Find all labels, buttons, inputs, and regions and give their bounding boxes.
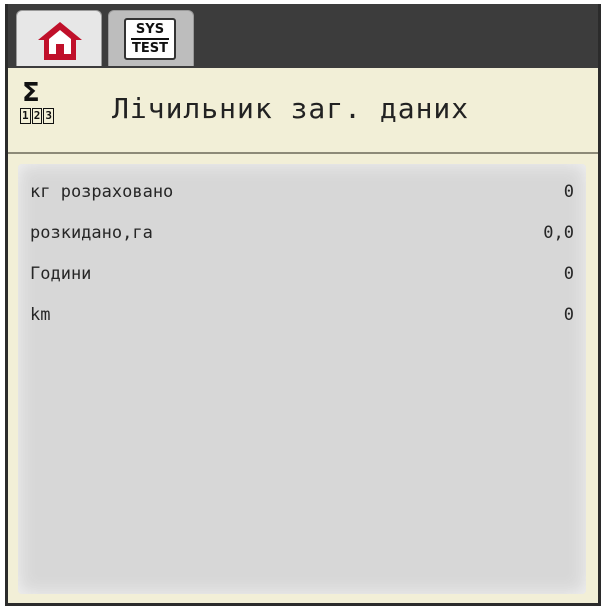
sys-test-icon: SYS TEST	[124, 18, 176, 60]
counter-value: 0	[563, 305, 574, 325]
page-header: Σ 1 2 3 Лічильник заг. даних	[8, 68, 598, 152]
header-divider	[8, 152, 598, 154]
test-label: TEST	[132, 41, 168, 56]
digit-box: 1	[20, 108, 31, 124]
sys-label: SYS	[130, 23, 170, 40]
digit-box: 2	[31, 108, 43, 124]
sigma-symbol: Σ	[22, 78, 40, 108]
counter-label: km	[30, 305, 51, 325]
terminal-screen: SYS TEST Σ 1 2 3 Лічильник заг. даних кг…	[5, 4, 601, 606]
tab-bar: SYS TEST	[8, 4, 598, 68]
counter-label: розкидано,га	[30, 223, 153, 243]
counter-row-kg[interactable]: кг розраховано 0	[18, 178, 586, 208]
digit-box: 3	[43, 108, 55, 124]
sum-counter-icon: Σ 1 2 3	[20, 78, 55, 128]
counter-label: Години	[30, 264, 92, 284]
counter-label: кг розраховано	[30, 182, 174, 202]
counter-row-km[interactable]: km 0	[18, 301, 586, 331]
counter-row-ha[interactable]: розкидано,га 0,0	[18, 219, 586, 249]
home-icon	[38, 22, 82, 60]
counter-value: 0	[563, 182, 574, 202]
tab-home[interactable]	[16, 10, 102, 66]
counter-value: 0,0	[543, 223, 574, 243]
page-title: Лічильник заг. даних	[112, 92, 470, 125]
counter-list: кг розраховано 0 розкидано,га 0,0 Години…	[18, 164, 586, 594]
digit-boxes: 1 2 3	[20, 108, 55, 124]
counter-row-hours[interactable]: Години 0	[18, 260, 586, 290]
counter-value: 0	[563, 264, 574, 284]
tab-sys-test[interactable]: SYS TEST	[108, 10, 194, 66]
